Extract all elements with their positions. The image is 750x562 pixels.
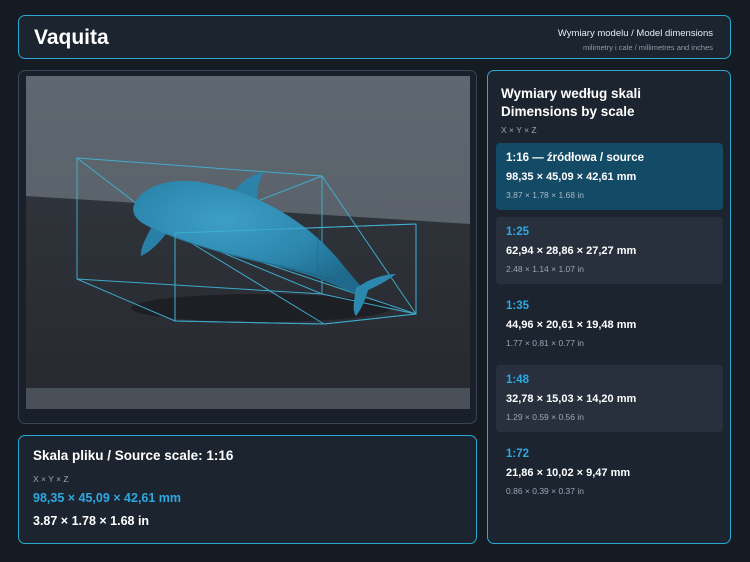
scale-dimensions-inches: 3.87 × 1.78 × 1.68 in — [506, 190, 584, 200]
header-units-note: milimetry i cale / millimetres and inche… — [582, 43, 713, 52]
dimensions-title-pl: Wymiary według skali — [501, 86, 642, 101]
source-dimensions-inches: 3.87 × 1.78 × 1.68 in — [33, 514, 150, 528]
dimensions-by-scale-panel: Wymiary według skali Dimensions by scale… — [487, 70, 731, 544]
header-subtitle: Wymiary modelu / Model dimensions — [557, 28, 713, 39]
scale-dimensions-mm: 98,35 × 45,09 × 42,61 mm — [506, 171, 637, 183]
scale-card-1-16[interactable]: 1:16 — źródłowa / source 98,35 × 45,09 ×… — [496, 143, 723, 210]
scale-dimensions-mm: 44,96 × 20,61 × 19,48 mm — [506, 319, 637, 331]
scale-dimensions-mm: 62,94 × 28,86 × 27,27 mm — [506, 245, 637, 257]
scale-card-1-48[interactable]: 1:48 32,78 × 15,03 × 14,20 mm 1.29 × 0.5… — [496, 365, 723, 432]
model-viewport[interactable] — [26, 76, 470, 409]
scale-dimensions-inches: 1.77 × 0.81 × 0.77 in — [506, 338, 584, 348]
scale-label: 1:25 — [506, 226, 530, 238]
source-dimensions-mm: 98,35 × 45,09 × 42,61 mm — [33, 491, 182, 505]
scale-dimensions-inches: 1.29 × 0.59 × 0.56 in — [506, 412, 584, 422]
source-scale-panel: Skala pliku / Source scale: 1:16 X × Y ×… — [18, 435, 477, 544]
scale-card-1-72[interactable]: 1:72 21,86 × 10,02 × 9,47 mm 0.86 × 0.39… — [496, 439, 723, 506]
model-shadow — [131, 294, 391, 322]
scale-card-1-25[interactable]: 1:25 62,94 × 28,86 × 27,27 mm 2.48 × 1.1… — [496, 217, 723, 284]
scale-card-1-35[interactable]: 1:35 44,96 × 20,61 × 19,48 mm 1.77 × 0.8… — [496, 291, 723, 358]
dimensions-axes-label: X × Y × Z — [501, 125, 537, 135]
dimensions-panel-title: Wymiary według skali Dimensions by scale — [501, 85, 641, 121]
header-panel: Vaquita Wymiary modelu / Model dimension… — [18, 15, 731, 59]
dimensions-title-en: Dimensions by scale — [501, 104, 635, 119]
scale-label: 1:72 — [506, 448, 530, 460]
scale-dimensions-inches: 2.48 × 1.14 × 1.07 in — [506, 264, 584, 274]
viewport-bottom-strip — [26, 388, 470, 409]
scale-label: 1:48 — [506, 374, 530, 386]
source-scale-title: Skala pliku / Source scale: 1:16 — [33, 448, 234, 463]
scale-label: 1:16 — źródłowa / source — [506, 152, 645, 164]
scale-dimensions-mm: 32,78 × 15,03 × 14,20 mm — [506, 393, 637, 405]
scale-label: 1:35 — [506, 300, 530, 312]
scale-dimensions-mm: 21,86 × 10,02 × 9,47 mm — [506, 467, 631, 479]
model-title: Vaquita — [34, 26, 109, 49]
scale-dimensions-inches: 0.86 × 0.39 × 0.37 in — [506, 486, 584, 496]
viewer-panel — [18, 70, 477, 424]
source-axes-label: X × Y × Z — [33, 474, 69, 484]
